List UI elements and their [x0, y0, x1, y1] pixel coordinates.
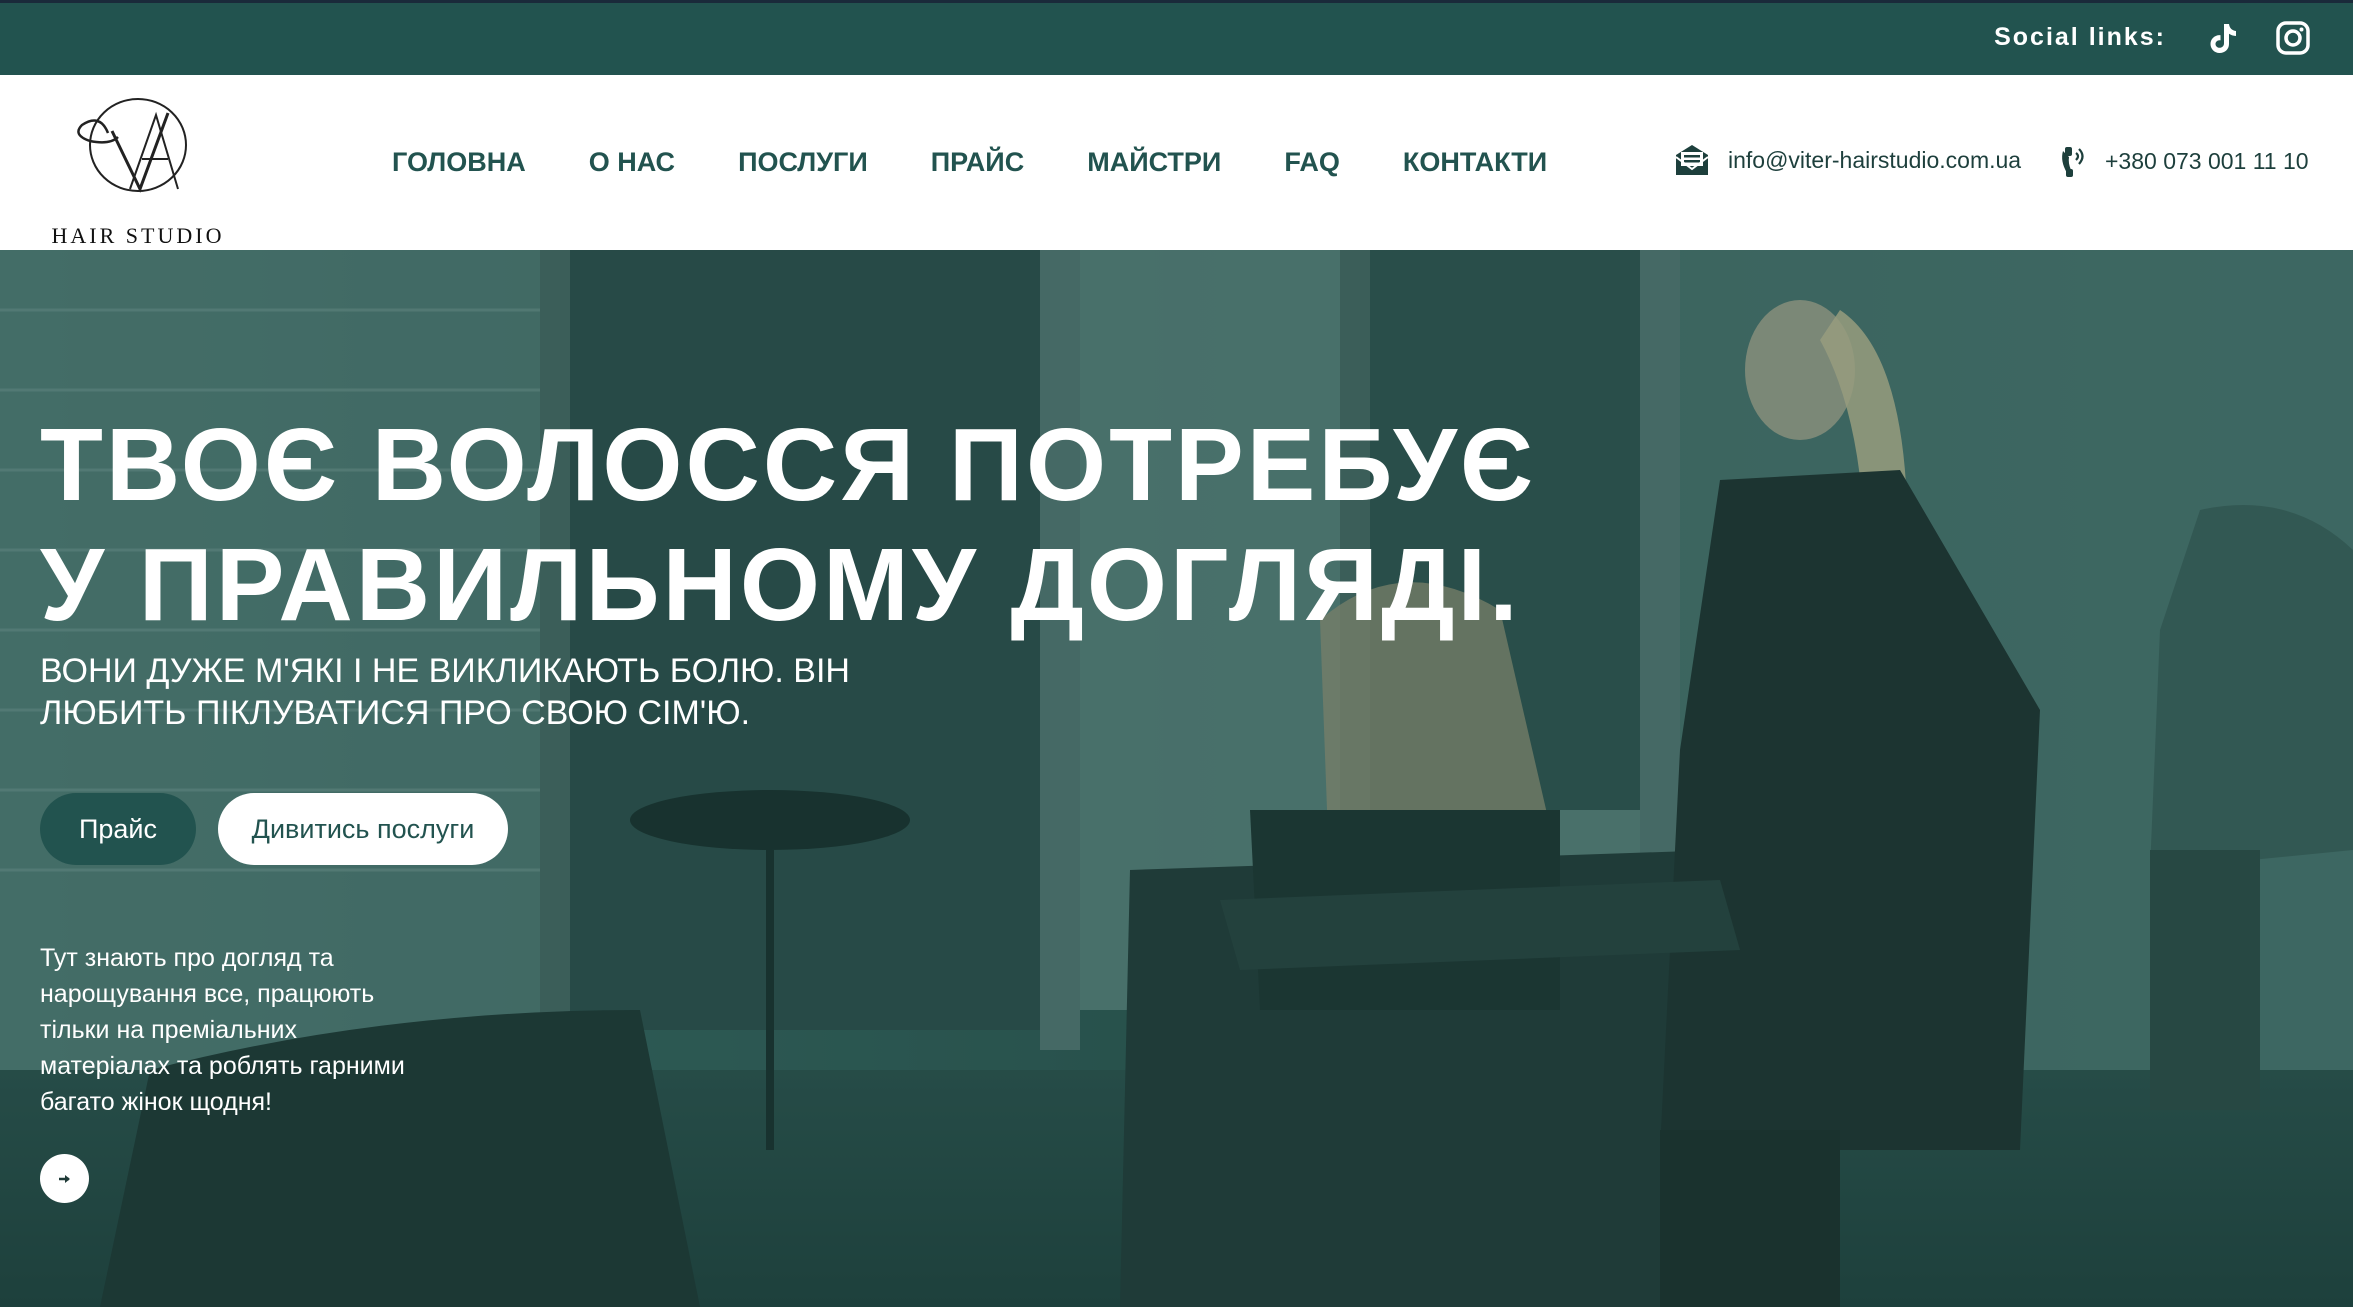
arrow-right-icon	[58, 1174, 70, 1183]
contact-phone[interactable]: +380 073 001 11 10	[2057, 143, 2309, 179]
hero-description: Тут знають про догляд та нарощування все…	[40, 944, 405, 1116]
nav-item-home[interactable]: ГОЛОВНА	[392, 147, 526, 178]
tiktok-icon[interactable]	[2202, 18, 2242, 58]
instagram-icon[interactable]	[2273, 18, 2313, 58]
nav-item-about[interactable]: О НАС	[589, 147, 675, 178]
phone-icon	[2062, 147, 2084, 177]
contact-email[interactable]: info@viter-hairstudio.com.ua	[1674, 143, 2021, 177]
site-header: HAIR STUDIO ГОЛОВНА О НАС ПОСЛУГИ ПРАЙС …	[0, 75, 2353, 250]
phone-text: +380 073 001 11 10	[2105, 147, 2309, 174]
nav-item-faq[interactable]: FAQ	[1284, 147, 1340, 178]
main-nav: ГОЛОВНА О НАС ПОСЛУГИ ПРАЙС МАЙСТРИ FAQ …	[392, 147, 1610, 178]
nav-item-services[interactable]: ПОСЛУГИ	[738, 147, 868, 178]
top-bar: Social links:	[0, 0, 2353, 75]
social-links-label: Social links:	[1994, 23, 2166, 51]
email-icon	[1675, 145, 1709, 175]
logo-mark-icon	[77, 98, 187, 193]
nav-item-price[interactable]: ПРАЙС	[931, 147, 1024, 178]
view-services-button[interactable]: Дивитись послуги	[218, 793, 508, 865]
hero-subtitle: ВОНИ ДУЖЕ М'ЯКІ І НЕ ВИКЛИКАЮТЬ БОЛЮ. ВІ…	[40, 652, 850, 732]
logo-text: HAIR STUDIO	[51, 223, 225, 248]
price-button[interactable]: Прайс	[40, 793, 196, 865]
hero-section: ТВОЄ ВОЛОССЯ ПОТРЕБУЄ У ПРАВИЛЬНОМУ ДОГЛ…	[0, 250, 2353, 1307]
nav-item-masters[interactable]: МАЙСТРИ	[1087, 147, 1221, 178]
hero-title-line2: У ПРАВИЛЬНОМУ ДОГЛЯДІ.	[40, 527, 1521, 642]
scroll-next-button[interactable]	[40, 1154, 89, 1203]
hero-title: ТВОЄ ВОЛОССЯ ПОТРЕБУЄ У ПРАВИЛЬНОМУ ДОГЛ…	[40, 405, 1536, 645]
nav-item-contacts[interactable]: КОНТАКТИ	[1403, 147, 1547, 178]
logo[interactable]: HAIR STUDIO	[40, 93, 225, 248]
email-text: info@viter-hairstudio.com.ua	[1728, 146, 2022, 173]
hero-title-line1: ТВОЄ ВОЛОССЯ ПОТРЕБУЄ	[40, 407, 1537, 522]
